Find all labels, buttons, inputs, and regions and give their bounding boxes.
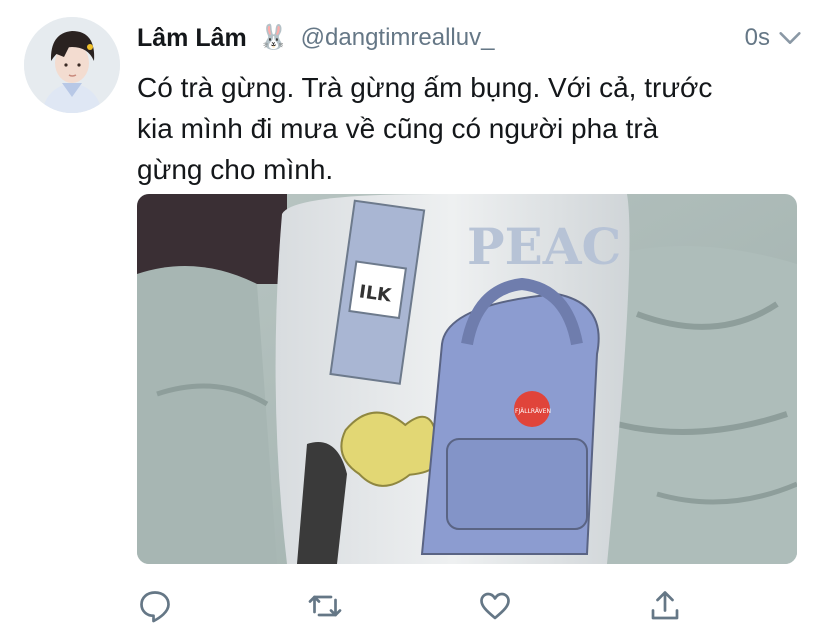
tweet-header: Lâm Lâm 🐰 @dangtimrealluv_ 0s: [137, 18, 804, 58]
like-icon[interactable]: [477, 588, 513, 624]
chevron-down-icon[interactable]: [776, 24, 804, 52]
rabbit-emoji: 🐰: [258, 24, 289, 51]
reply-icon[interactable]: [137, 588, 173, 624]
author-handle[interactable]: @dangtimrealluv_: [301, 24, 495, 52]
sticker-peace: PEAC: [467, 217, 621, 276]
timestamp[interactable]: 0s: [745, 24, 770, 52]
tweet-action-bar: [137, 588, 697, 628]
avatar[interactable]: [24, 17, 120, 113]
tweet-photo[interactable]: PEAC ILK FJÄLLRÄVEN: [137, 194, 797, 564]
author-name[interactable]: Lâm Lâm: [137, 24, 247, 53]
retweet-icon[interactable]: [307, 588, 343, 624]
avatar-image: [24, 17, 120, 113]
photo-illustration: PEAC ILK FJÄLLRÄVEN: [137, 194, 797, 564]
tweet-text: Có trà gừng. Trà gừng ấm bụng. Với cả, t…: [137, 72, 713, 185]
backpack-badge: FJÄLLRÄVEN: [515, 408, 551, 415]
share-icon[interactable]: [647, 588, 683, 624]
